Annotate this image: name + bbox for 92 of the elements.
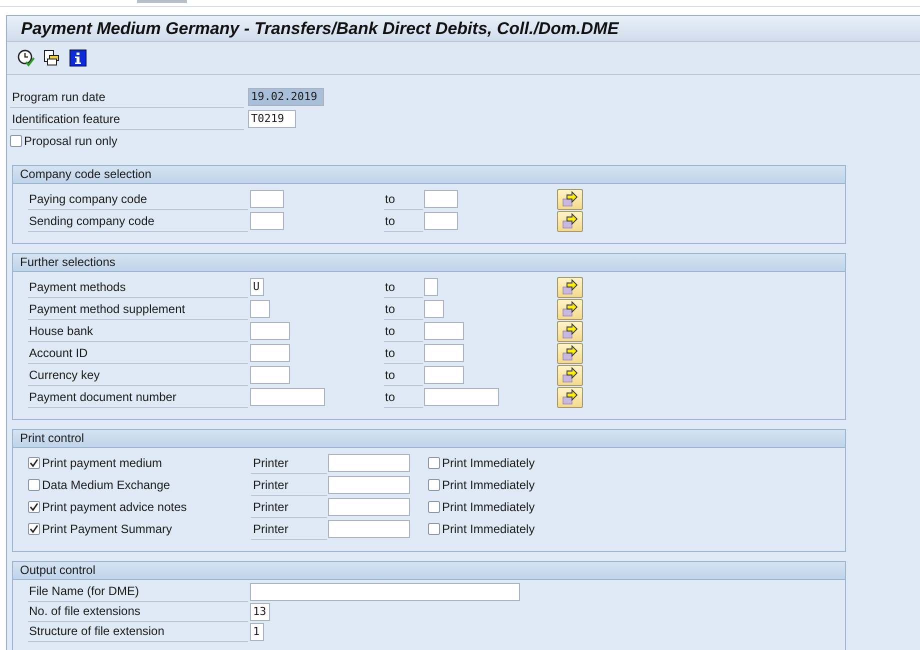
input-field[interactable]: T0219 <box>248 110 296 128</box>
input-field[interactable] <box>424 322 464 340</box>
checkbox[interactable] <box>428 501 440 513</box>
field-label: to <box>384 342 423 364</box>
checkbox-label: Data Medium Exchange <box>42 478 170 492</box>
input-field[interactable]: 1 <box>250 623 264 641</box>
checkbox-label: Print Payment Summary <box>42 522 172 536</box>
input-field[interactable] <box>424 212 458 230</box>
field-label: Paying company code <box>28 188 248 210</box>
arrow-icon <box>561 191 579 207</box>
checkbox-label: Proposal run only <box>24 134 118 148</box>
clock-check-icon[interactable] <box>17 49 35 67</box>
checkbox[interactable] <box>28 457 40 469</box>
checkbox[interactable] <box>28 501 40 513</box>
field-label: to <box>384 298 423 320</box>
input-field[interactable]: U <box>250 278 264 296</box>
input-field[interactable] <box>250 344 290 362</box>
input-field[interactable]: 19.02.2019 <box>248 88 324 106</box>
arrow-icon <box>561 323 579 339</box>
field-label: Structure of file extension <box>28 622 248 642</box>
field-label: Program run date <box>10 86 244 108</box>
arrow-icon <box>561 213 579 229</box>
arrow-icon <box>561 367 579 383</box>
info-icon[interactable] <box>69 49 87 67</box>
group-title: Output control <box>13 562 845 580</box>
field-label: Printer <box>251 452 327 474</box>
field-label: to <box>384 320 423 342</box>
checkbox[interactable] <box>428 479 440 491</box>
field-label: to <box>384 188 423 210</box>
input-field[interactable] <box>328 454 410 472</box>
field-label: Payment methods <box>28 276 248 298</box>
arrow-icon <box>561 389 579 405</box>
checkbox-label: Print Immediately <box>442 522 535 536</box>
field-label: Account ID <box>28 342 248 364</box>
checkbox-label: Print payment medium <box>42 456 162 470</box>
input-field[interactable] <box>424 190 458 208</box>
field-label: No. of file extensions <box>28 602 248 622</box>
group-title: Print control <box>13 430 845 448</box>
input-field[interactable] <box>250 366 290 384</box>
input-field[interactable] <box>250 322 290 340</box>
checkbox[interactable] <box>428 457 440 469</box>
checkbox-label: Print Immediately <box>442 478 535 492</box>
input-field[interactable] <box>424 366 464 384</box>
multiple-selection-button[interactable] <box>557 320 583 342</box>
input-field[interactable] <box>250 300 270 318</box>
checkbox[interactable] <box>28 479 40 491</box>
field-label: House bank <box>28 320 248 342</box>
field-label: Printer <box>251 518 327 540</box>
field-label: Printer <box>251 474 327 496</box>
input-field[interactable] <box>328 476 410 494</box>
field-label: Identification feature <box>10 108 244 130</box>
group-title: Company code selection <box>13 166 845 184</box>
input-field[interactable] <box>424 300 444 318</box>
input-field[interactable] <box>424 344 464 362</box>
field-label: Currency key <box>28 364 248 386</box>
input-field[interactable] <box>250 212 284 230</box>
field-label: to <box>384 386 423 408</box>
multiple-selection-button[interactable] <box>557 364 583 386</box>
arrow-icon <box>561 345 579 361</box>
input-field[interactable] <box>424 388 499 406</box>
input-field[interactable] <box>424 278 438 296</box>
field-label: File Name (for DME) <box>28 582 248 602</box>
arrow-icon <box>561 279 579 295</box>
input-field[interactable] <box>328 498 410 516</box>
checkbox[interactable] <box>428 523 440 535</box>
input-field[interactable] <box>328 520 410 538</box>
multiple-selection-button[interactable] <box>557 276 583 298</box>
field-label: Payment document number <box>28 386 248 408</box>
field-label: to <box>384 210 423 232</box>
multiple-selection-button[interactable] <box>557 386 583 408</box>
field-label: Printer <box>251 496 327 518</box>
input-field[interactable]: 13 <box>250 603 270 621</box>
multiple-selection-button[interactable] <box>557 188 583 210</box>
field-label: Payment method supplement <box>28 298 248 320</box>
documents-icon[interactable] <box>43 49 61 67</box>
multiple-selection-button[interactable] <box>557 342 583 364</box>
arrow-icon <box>561 301 579 317</box>
multiple-selection-button[interactable] <box>557 210 583 232</box>
field-label: to <box>384 276 423 298</box>
input-field[interactable] <box>250 388 325 406</box>
input-field[interactable] <box>250 583 520 601</box>
multiple-selection-button[interactable] <box>557 298 583 320</box>
checkbox-label: Print Immediately <box>442 456 535 470</box>
field-label: to <box>384 364 423 386</box>
checkbox[interactable] <box>28 523 40 535</box>
input-field[interactable] <box>250 190 284 208</box>
group-title: Further selections <box>13 254 845 272</box>
window-title: Payment Medium Germany - Transfers/Bank Direct Debits, Coll./Dom.DME <box>21 18 619 38</box>
field-label: Sending company code <box>28 210 248 232</box>
checkbox-label: Print Immediately <box>442 500 535 514</box>
checkbox-label: Print payment advice notes <box>42 500 187 514</box>
checkbox[interactable] <box>10 135 22 147</box>
